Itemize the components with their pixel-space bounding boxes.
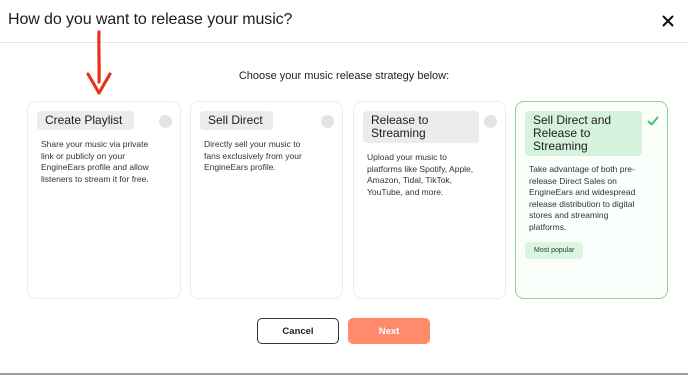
arrow-down-icon <box>86 30 112 95</box>
radio-unselected-icon[interactable] <box>321 115 334 128</box>
subtitle: Choose your music release strategy below… <box>238 70 450 82</box>
checkmark-icon[interactable] <box>646 114 660 128</box>
option-title: Sell Direct <box>200 111 273 130</box>
option-card-release-to-streaming[interactable]: Release to Streaming Upload your music t… <box>353 101 506 299</box>
next-button[interactable]: Next <box>348 318 430 344</box>
option-card-sell-direct[interactable]: Sell Direct Directly sell your music to … <box>190 101 343 299</box>
radio-unselected-icon[interactable] <box>484 115 497 128</box>
most-popular-badge: Most popular <box>525 242 584 259</box>
option-description: Share your music via private link or pub… <box>41 139 149 184</box>
option-title: Release to Streaming <box>363 111 479 143</box>
option-description: Upload your music to platforms like Spot… <box>367 152 474 197</box>
option-description: Take advantage of both pre- release Dire… <box>529 164 636 232</box>
close-icon[interactable] <box>662 15 674 27</box>
option-description: Directly sell your music to fans exclusi… <box>204 139 302 172</box>
option-card-sell-direct-and-release[interactable]: Sell Direct and Release to Streaming Tak… <box>515 101 668 299</box>
radio-unselected-icon[interactable] <box>159 115 172 128</box>
modal-title: How do you want to release your music? <box>8 11 293 28</box>
option-title: Create Playlist <box>37 111 134 130</box>
option-title: Sell Direct and Release to Streaming <box>525 111 642 156</box>
option-card-create-playlist[interactable]: Create Playlist Share your music via pri… <box>27 101 181 299</box>
close-button[interactable] <box>658 11 678 31</box>
cancel-button[interactable]: Cancel <box>257 318 339 344</box>
